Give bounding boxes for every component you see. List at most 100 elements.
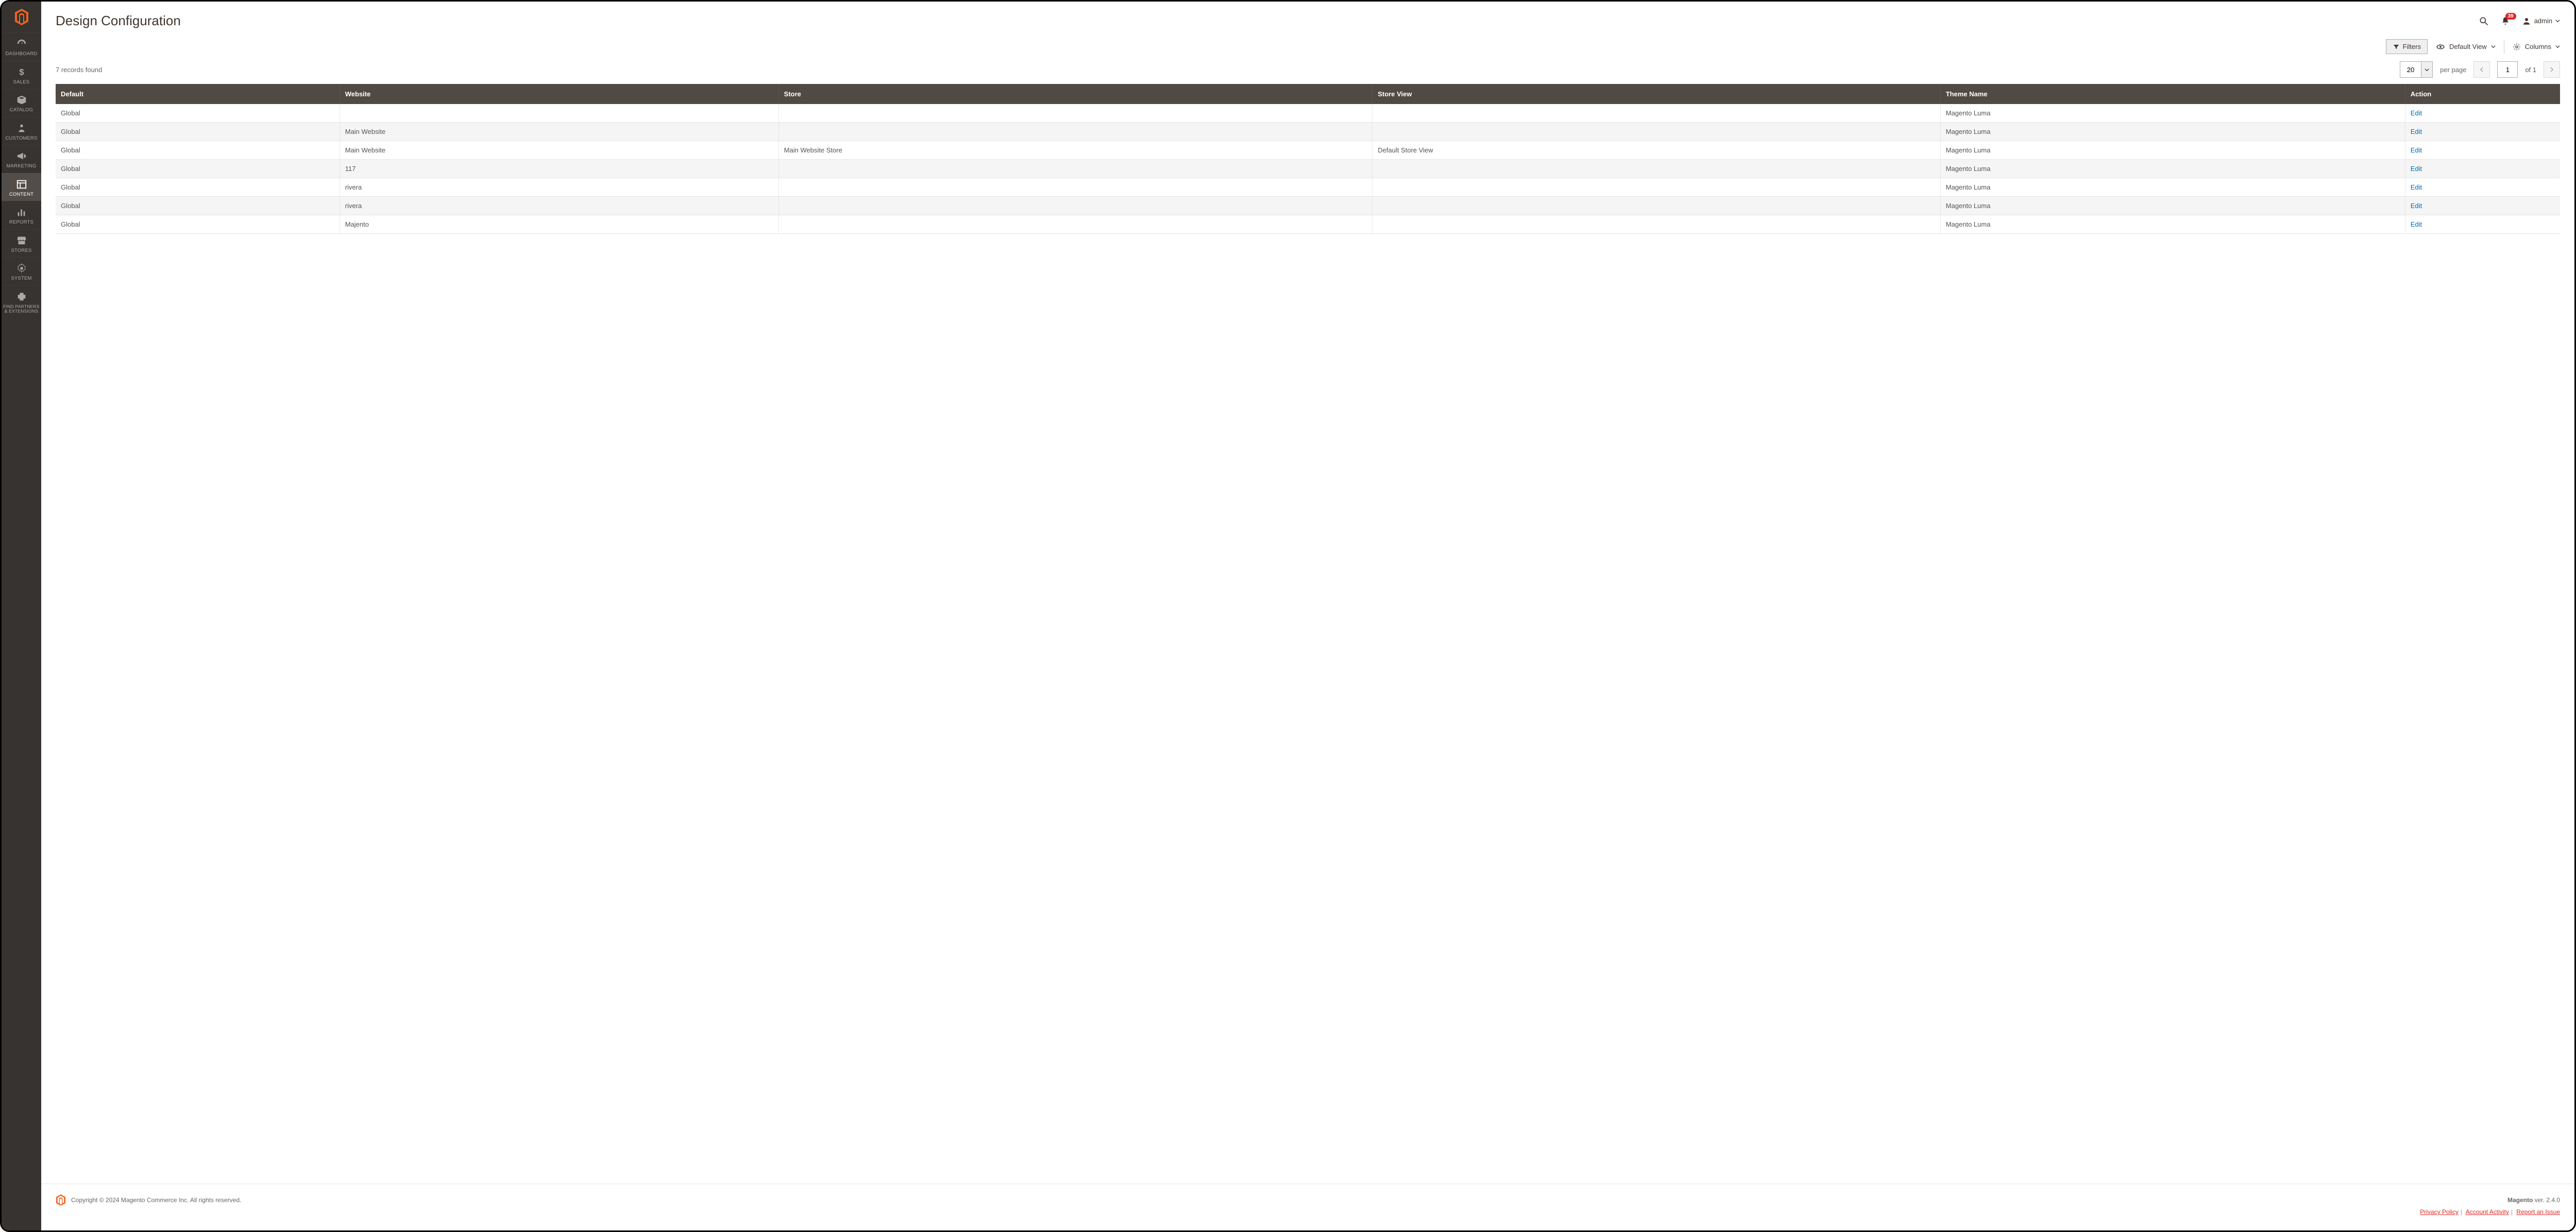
edit-link[interactable]: Edit bbox=[2411, 220, 2422, 228]
cell-website: Majento bbox=[340, 215, 778, 234]
cell-store-view bbox=[1372, 123, 1940, 141]
cell-website: Main Website bbox=[340, 141, 778, 160]
chevron-left-icon bbox=[2479, 67, 2484, 72]
col-header-theme[interactable]: Theme Name bbox=[1940, 84, 2405, 104]
layout-icon bbox=[16, 179, 27, 190]
default-view-dropdown[interactable]: Default View bbox=[2436, 42, 2496, 52]
edit-link[interactable]: Edit bbox=[2411, 109, 2422, 117]
cell-theme-name: Magento Luma bbox=[1940, 104, 2405, 123]
cell-store bbox=[778, 123, 1372, 141]
filters-button[interactable]: Filters bbox=[2386, 39, 2428, 54]
page-size-control bbox=[2400, 61, 2433, 78]
cell-website: rivera bbox=[340, 178, 778, 197]
chevron-right-icon bbox=[2549, 67, 2554, 72]
cell-action: Edit bbox=[2405, 178, 2560, 197]
footer-version: ver. 2.4.0 bbox=[2533, 1196, 2560, 1204]
cell-website bbox=[340, 104, 778, 123]
cell-default: Global bbox=[56, 160, 340, 178]
nav-label: FIND PARTNERS & EXTENSIONS bbox=[3, 304, 40, 314]
grid-controls: 7 records found per page of 1 bbox=[41, 56, 2574, 84]
dollar-icon: $ bbox=[16, 66, 27, 78]
cell-store bbox=[778, 178, 1372, 197]
sidebar-item-content[interactable]: CONTENT bbox=[2, 173, 41, 201]
edit-link[interactable]: Edit bbox=[2411, 183, 2422, 191]
table-row: GlobalMain WebsiteMagento LumaEdit bbox=[56, 123, 2560, 141]
admin-sidebar: DASHBOARD $ SALES CATALOG CUSTOMERS MARK… bbox=[2, 2, 41, 1230]
account-activity-link[interactable]: Account Activity bbox=[2466, 1208, 2509, 1216]
cell-action: Edit bbox=[2405, 123, 2560, 141]
prev-page-button[interactable] bbox=[2473, 61, 2490, 78]
nav-label: SALES bbox=[3, 80, 40, 85]
eye-icon bbox=[2436, 42, 2445, 52]
sidebar-item-customers[interactable]: CUSTOMERS bbox=[2, 117, 41, 145]
col-header-store[interactable]: Store bbox=[778, 84, 1372, 104]
nav-label: CONTENT bbox=[3, 192, 40, 197]
page-size-dropdown-button[interactable] bbox=[2421, 61, 2433, 78]
next-page-button[interactable] bbox=[2544, 61, 2560, 78]
sidebar-item-marketing[interactable]: MARKETING bbox=[2, 145, 41, 173]
copyright-text: Copyright © 2024 Magento Commerce Inc. A… bbox=[71, 1196, 241, 1204]
page-size-input[interactable] bbox=[2400, 61, 2421, 78]
nav-label: SYSTEM bbox=[3, 276, 40, 281]
cell-default: Global bbox=[56, 215, 340, 234]
gear-icon bbox=[16, 263, 27, 274]
sidebar-item-partners[interactable]: FIND PARTNERS & EXTENSIONS bbox=[2, 285, 41, 318]
cell-theme-name: Magento Luma bbox=[1940, 178, 2405, 197]
edit-link[interactable]: Edit bbox=[2411, 202, 2422, 210]
design-config-table: Default Website Store Store View Theme N… bbox=[56, 84, 2560, 234]
notifications-badge: 39 bbox=[2505, 13, 2516, 20]
footer-brand: Magento bbox=[2507, 1196, 2533, 1204]
cell-store-view: Default Store View bbox=[1372, 141, 1940, 160]
chevron-down-icon bbox=[2425, 67, 2429, 72]
sidebar-item-reports[interactable]: REPORTS bbox=[2, 201, 41, 229]
cell-store bbox=[778, 160, 1372, 178]
cell-default: Global bbox=[56, 141, 340, 160]
chevron-down-icon bbox=[2491, 44, 2496, 49]
edit-link[interactable]: Edit bbox=[2411, 165, 2422, 173]
admin-account-dropdown[interactable]: admin bbox=[2522, 16, 2560, 26]
col-header-action: Action bbox=[2405, 84, 2560, 104]
current-page-input[interactable] bbox=[2497, 61, 2518, 78]
cell-theme-name: Magento Luma bbox=[1940, 141, 2405, 160]
table-row: GlobalMagento LumaEdit bbox=[56, 104, 2560, 123]
cell-store: Main Website Store bbox=[778, 141, 1372, 160]
search-button[interactable] bbox=[2479, 16, 2489, 26]
report-issue-link[interactable]: Report an Issue bbox=[2516, 1208, 2560, 1216]
edit-link[interactable]: Edit bbox=[2411, 128, 2422, 135]
sidebar-item-catalog[interactable]: CATALOG bbox=[2, 89, 41, 117]
nav-label: CATALOG bbox=[3, 108, 40, 113]
chevron-down-icon bbox=[2555, 44, 2560, 49]
sidebar-item-sales[interactable]: $ SALES bbox=[2, 61, 41, 89]
magento-logo-icon bbox=[14, 9, 29, 25]
cell-website: rivera bbox=[340, 197, 778, 215]
records-found-text: 7 records found bbox=[56, 66, 102, 74]
columns-label: Columns bbox=[2525, 43, 2551, 50]
col-header-store-view[interactable]: Store View bbox=[1372, 84, 1940, 104]
dashboard-icon bbox=[16, 38, 27, 49]
table-row: GlobalMajento Magento Luma Edit bbox=[56, 215, 2560, 234]
cell-store bbox=[778, 215, 1372, 234]
cell-theme-name: Magento Luma bbox=[1940, 197, 2405, 215]
edit-link[interactable]: Edit bbox=[2411, 146, 2422, 154]
header-actions: 39 admin bbox=[2479, 16, 2560, 26]
gear-icon bbox=[2513, 43, 2521, 51]
person-icon bbox=[16, 123, 27, 134]
table-header-row: Default Website Store Store View Theme N… bbox=[56, 84, 2560, 104]
magento-logo-icon bbox=[56, 1194, 66, 1206]
sidebar-item-dashboard[interactable]: DASHBOARD bbox=[2, 32, 41, 61]
page-title: Design Configuration bbox=[56, 13, 181, 29]
cell-website: Main Website bbox=[340, 123, 778, 141]
user-icon bbox=[2522, 16, 2531, 26]
notifications-button[interactable]: 39 bbox=[2500, 16, 2511, 26]
sidebar-item-system[interactable]: SYSTEM bbox=[2, 257, 41, 285]
privacy-policy-link[interactable]: Privacy Policy bbox=[2420, 1208, 2459, 1216]
page-footer: Copyright © 2024 Magento Commerce Inc. A… bbox=[41, 1184, 2574, 1230]
cell-store-view bbox=[1372, 197, 1940, 215]
columns-dropdown[interactable]: Columns bbox=[2513, 43, 2560, 51]
col-header-default[interactable]: Default bbox=[56, 84, 340, 104]
col-header-website[interactable]: Website bbox=[340, 84, 778, 104]
sidebar-item-stores[interactable]: STORES bbox=[2, 229, 41, 258]
magento-logo[interactable] bbox=[2, 2, 41, 32]
cell-theme-name: Magento Luma bbox=[1940, 215, 2405, 234]
cell-action: Edit bbox=[2405, 104, 2560, 123]
